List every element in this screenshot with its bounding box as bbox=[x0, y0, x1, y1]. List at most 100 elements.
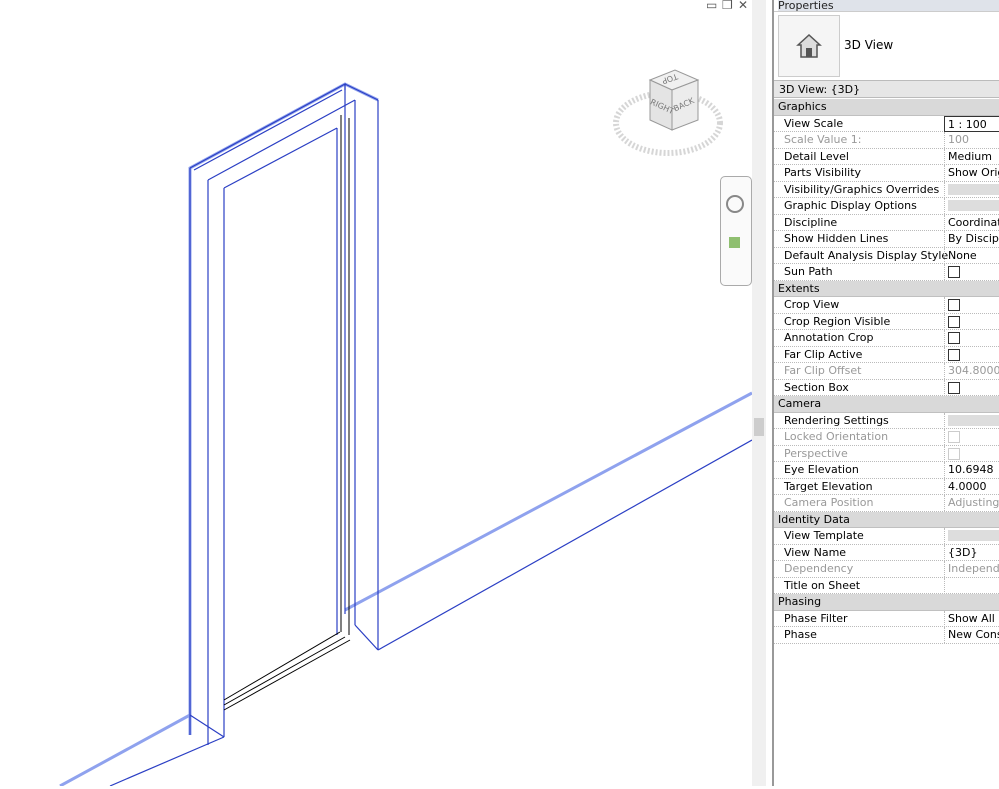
property-value[interactable]: By Discipline bbox=[944, 231, 999, 247]
scrollbar-thumb[interactable] bbox=[754, 418, 764, 436]
property-row-crop-view: Crop View bbox=[774, 297, 999, 314]
viewport-scrollbar[interactable] bbox=[752, 0, 766, 786]
property-row-scale-value-1: Scale Value 1: 100 bbox=[774, 132, 999, 149]
property-value[interactable]: 1 : 100 bbox=[944, 115, 999, 132]
property-value[interactable] bbox=[944, 379, 999, 396]
property-label: View Scale bbox=[784, 116, 844, 130]
property-label: Section Box bbox=[784, 380, 849, 394]
steering-wheel-icon[interactable] bbox=[726, 195, 744, 213]
checkbox[interactable] bbox=[948, 315, 960, 328]
property-value[interactable] bbox=[944, 264, 999, 280]
edit-button[interactable] bbox=[948, 200, 999, 211]
property-row-view-scale: View Scale 1 : 100 bbox=[774, 115, 999, 132]
property-label: Crop Region Visible bbox=[784, 314, 891, 328]
property-value[interactable]: {3D} bbox=[944, 544, 999, 561]
checkbox[interactable] bbox=[948, 332, 960, 344]
property-row-crop-region-visible: Crop Region Visible bbox=[774, 313, 999, 330]
edit-button[interactable] bbox=[948, 530, 999, 541]
property-label: Camera Position bbox=[784, 496, 874, 509]
properties-title: Properties bbox=[778, 0, 999, 11]
type-selector[interactable]: 3D View bbox=[774, 11, 999, 79]
properties-palette: Properties 3D View 3D View: {3D} Graphic… bbox=[772, 0, 999, 786]
property-row-graphic-display-options: Graphic Display Options bbox=[774, 198, 999, 215]
property-row-sun-path: Sun Path bbox=[774, 264, 999, 281]
property-value[interactable]: New Construction bbox=[944, 627, 999, 643]
property-row-annotation-crop: Annotation Crop bbox=[774, 330, 999, 347]
viewcube[interactable]: TOP RIGHT BACK bbox=[610, 65, 730, 165]
property-label: Rendering Settings bbox=[784, 413, 889, 427]
restore-icon[interactable]: ❐ bbox=[722, 0, 733, 12]
checkbox[interactable] bbox=[948, 381, 960, 394]
property-row-phase-filter: Phase Filter Show All bbox=[774, 610, 999, 627]
type-name: 3D View bbox=[844, 38, 894, 52]
property-value[interactable]: Medium bbox=[944, 148, 999, 165]
property-row-phase: Phase New Construction bbox=[774, 627, 999, 644]
3d-viewport[interactable]: ▭ ❐ ✕ TOP RIGHT BACK bbox=[0, 0, 753, 788]
property-value: Adjusting bbox=[944, 495, 999, 511]
property-value[interactable] bbox=[944, 330, 999, 346]
property-row-show-hidden-lines: Show Hidden Lines By Discipline bbox=[774, 231, 999, 248]
property-label: Sun Path bbox=[784, 265, 833, 278]
checkbox[interactable] bbox=[948, 266, 960, 278]
section-identity-data[interactable]: Identity Data bbox=[774, 511, 999, 528]
property-row-detail-level: Detail Level Medium bbox=[774, 148, 999, 165]
property-value[interactable] bbox=[944, 198, 999, 214]
property-label: Scale Value 1: bbox=[784, 133, 862, 146]
property-value: 100 bbox=[944, 132, 999, 148]
property-label: Visibility/Graphics Overrides bbox=[784, 182, 940, 196]
section-extents[interactable]: Extents bbox=[774, 280, 999, 297]
property-value[interactable] bbox=[944, 577, 999, 594]
property-value: 304.8000 bbox=[944, 363, 999, 379]
checkbox bbox=[948, 431, 960, 443]
property-value[interactable]: Show Original bbox=[944, 165, 999, 181]
property-label: Detail Level bbox=[784, 149, 849, 163]
edit-button[interactable] bbox=[948, 414, 999, 426]
property-value[interactable] bbox=[944, 313, 999, 330]
property-row-default-analysis-display-style: Default Analysis Display Style None bbox=[774, 247, 999, 264]
property-row-perspective: Perspective bbox=[774, 445, 999, 462]
property-label: Parts Visibility bbox=[784, 166, 862, 179]
property-value[interactable]: 10.6948 bbox=[944, 462, 999, 478]
property-label: Annotation Crop bbox=[784, 331, 874, 344]
property-row-title-on-sheet: Title on Sheet bbox=[774, 577, 999, 594]
property-label: Locked Orientation bbox=[784, 430, 889, 443]
property-label: Discipline bbox=[784, 215, 838, 229]
property-value[interactable] bbox=[944, 346, 999, 363]
property-row-target-elevation: Target Elevation 4.0000 bbox=[774, 478, 999, 495]
property-label: Title on Sheet bbox=[784, 578, 861, 592]
property-value[interactable]: None bbox=[944, 247, 999, 264]
close-icon[interactable]: ✕ bbox=[738, 0, 748, 12]
property-label: Far Clip Offset bbox=[784, 364, 862, 377]
checkbox[interactable] bbox=[948, 348, 960, 361]
property-value[interactable] bbox=[944, 181, 999, 198]
property-row-view-template: View Template bbox=[774, 528, 999, 545]
property-value[interactable]: Coordination bbox=[944, 214, 999, 231]
property-value[interactable] bbox=[944, 297, 999, 313]
property-value[interactable]: Show All bbox=[944, 610, 999, 627]
property-row-visibility-graphics-overrides: Visibility/Graphics Overrides bbox=[774, 181, 999, 198]
property-label: Default Analysis Display Style bbox=[784, 248, 949, 262]
instance-selector[interactable]: 3D View: {3D} bbox=[774, 80, 999, 98]
property-label: Target Elevation bbox=[784, 479, 873, 493]
minimize-icon[interactable]: ▭ bbox=[706, 0, 717, 12]
property-row-locked-orientation: Locked Orientation bbox=[774, 429, 999, 446]
property-value bbox=[944, 429, 999, 445]
property-value[interactable]: 4.0000 bbox=[944, 478, 999, 495]
edit-button[interactable] bbox=[948, 183, 999, 195]
property-value bbox=[944, 445, 999, 462]
property-row-far-clip-active: Far Clip Active bbox=[774, 346, 999, 363]
property-row-camera-position: Camera Position Adjusting bbox=[774, 495, 999, 512]
property-label: Far Clip Active bbox=[784, 347, 863, 361]
property-label: Phase bbox=[784, 628, 817, 641]
property-value: Independent bbox=[944, 561, 999, 577]
section-camera[interactable]: Camera bbox=[774, 396, 999, 413]
navigation-bar bbox=[720, 176, 752, 286]
property-label: Show Hidden Lines bbox=[784, 232, 889, 245]
property-value[interactable] bbox=[944, 528, 999, 544]
zoom-region-icon[interactable] bbox=[729, 237, 740, 248]
property-row-parts-visibility: Parts Visibility Show Original bbox=[774, 165, 999, 182]
section-graphics[interactable]: Graphics bbox=[774, 99, 999, 116]
property-value[interactable] bbox=[944, 412, 999, 429]
section-phasing[interactable]: Phasing bbox=[774, 594, 999, 611]
checkbox[interactable] bbox=[948, 299, 960, 311]
